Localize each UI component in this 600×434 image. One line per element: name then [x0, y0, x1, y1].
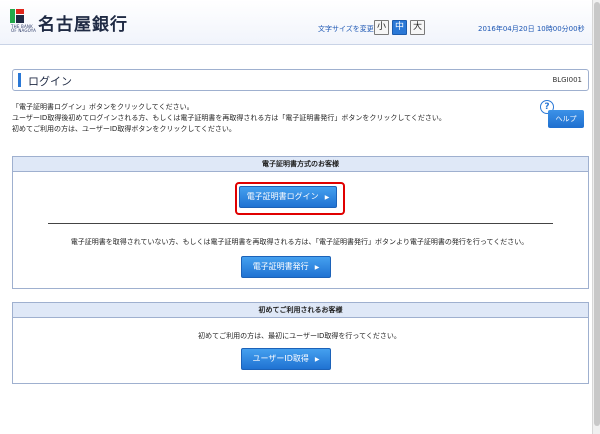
instructions: 「電子証明書ログイン」ボタンをクリックしてください。 ユーザーID取得後初めてロ… — [12, 102, 512, 135]
datetime-display: 2016年04月20日 10時00分00秒 — [478, 25, 585, 33]
first-time-section-heading: 初めてご利用されるお客様 — [13, 303, 588, 318]
certificate-section-heading: 電子証明書方式のお客様 — [13, 157, 588, 172]
arrow-right-icon: ▶ — [314, 264, 320, 271]
certificate-issue-label: 電子証明書発行 — [252, 262, 309, 271]
instruction-line: ユーザーID取得後初めてログインされる方、もしくは電子証明書を再取得される方は「… — [12, 114, 446, 122]
user-id-acquire-button[interactable]: ユーザーID取得 ▶ — [241, 348, 331, 370]
certificate-issue-button[interactable]: 電子証明書発行 ▶ — [241, 256, 331, 278]
certificate-login-label: 電子証明書ログイン — [246, 192, 319, 201]
text-size-medium-button[interactable]: 中 — [392, 20, 407, 35]
arrow-right-icon: ▶ — [324, 194, 330, 201]
text-size-small-button[interactable]: 小 — [374, 20, 389, 35]
header-bar: THE BANK OF NAGOYA 名古屋銀行 文字サイズを変更 小 中 大 … — [0, 0, 600, 45]
first-time-section: 初めてご利用されるお客様 — [12, 302, 589, 384]
page-title: ログイン — [28, 75, 72, 88]
user-id-acquire-label: ユーザーID取得 — [252, 354, 309, 363]
screen-id: BLGI001 — [552, 76, 582, 84]
certificate-login-button[interactable]: 電子証明書ログイン ▶ — [239, 186, 337, 208]
section-divider — [48, 223, 553, 224]
bank-name: 名古屋銀行 — [38, 15, 128, 35]
vertical-scrollbar[interactable] — [592, 0, 600, 434]
first-time-note: 初めてご利用の方は、最初にユーザーID取得を行ってください。 — [198, 332, 401, 340]
scrollbar-thumb[interactable] — [594, 2, 600, 426]
help-button[interactable]: ヘルプ — [548, 110, 584, 128]
page-title-bar: ログイン BLGI001 — [12, 69, 589, 91]
instruction-line: 「電子証明書ログイン」ボタンをクリックしてください。 — [12, 103, 194, 111]
text-size-large-button[interactable]: 大 — [410, 20, 425, 35]
instruction-line: 初めてご利用の方は、ユーザーID取得ボタンをクリックしてください。 — [12, 125, 236, 133]
bank-logo-icon — [10, 9, 24, 23]
arrow-right-icon: ▶ — [314, 356, 320, 363]
text-size-label: 文字サイズを変更 — [318, 25, 374, 33]
bank-logo: THE BANK OF NAGOYA — [10, 9, 40, 35]
title-accent-bar — [18, 73, 21, 87]
logo-subtext: THE BANK OF NAGOYA — [11, 24, 37, 33]
certificate-note: 電子証明書を取得されていない方、もしくは電子証明書を再取得される方は、「電子証明… — [70, 238, 529, 246]
